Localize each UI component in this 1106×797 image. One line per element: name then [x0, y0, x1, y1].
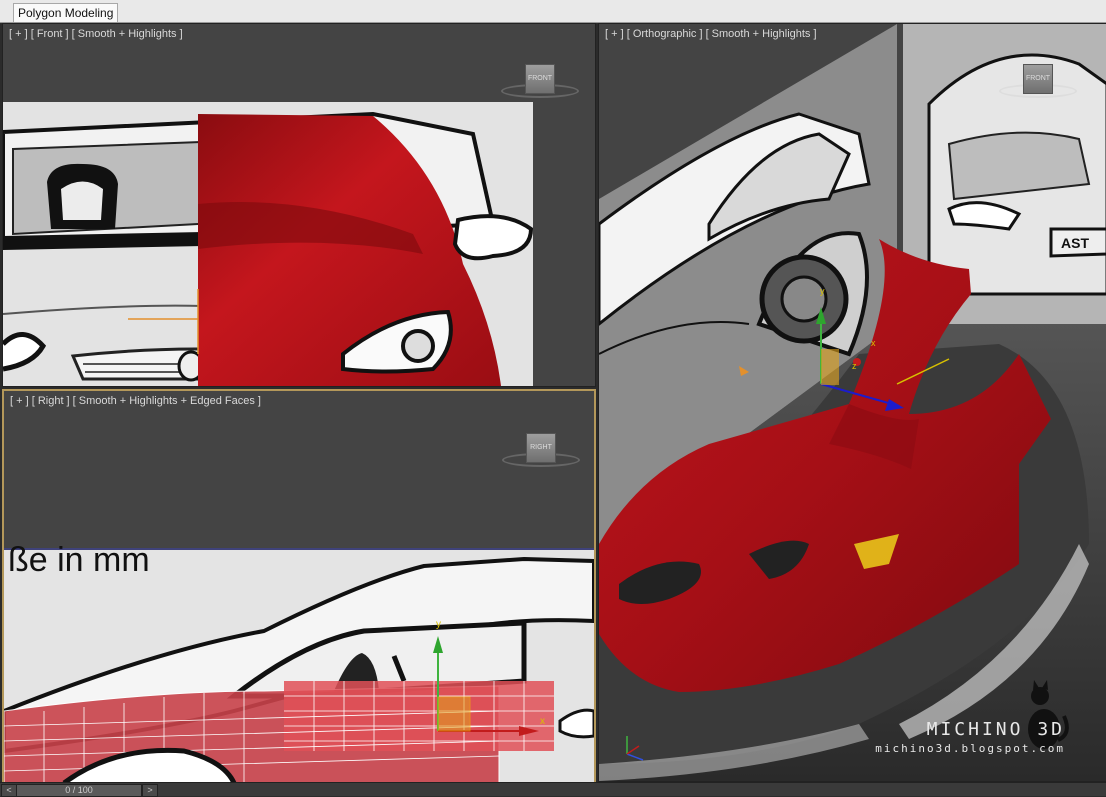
viewcube-face[interactable]: FRONT — [1023, 64, 1053, 94]
viewport-front-label[interactable]: [ + ] [ Front ] [ Smooth + Highlights ] — [9, 28, 183, 40]
ribbon-tab-polygon-modeling[interactable]: Polygon Modeling — [13, 3, 119, 22]
right-view-scene: y x — [4, 548, 594, 783]
ribbon-bar: Polygon Modeling — [0, 0, 1106, 23]
viewcube-face[interactable]: RIGHT — [526, 433, 556, 463]
gizmo-x-label-persp: x — [871, 338, 876, 348]
viewcube-face[interactable]: FRONT — [525, 64, 555, 94]
watermark-title: MICHINO 3D — [926, 719, 1065, 740]
gizmo-x-label: x — [540, 716, 545, 727]
front-view-scene — [3, 102, 534, 386]
viewport-right[interactable]: [ + ] [ Right ] [ Smooth + Highlights + … — [2, 389, 596, 785]
viewport-orthographic[interactable]: [ + ] [ Orthographic ] [ Smooth + Highli… — [598, 23, 1106, 782]
blueprint-caption: ße in mm — [8, 541, 150, 579]
watermark: MICHINO 3D michino3d.blogspot.com — [875, 719, 1065, 755]
license-plate-text: AST — [1061, 235, 1089, 251]
timeline-prev-button[interactable]: < — [1, 784, 17, 797]
timeline-next-button[interactable]: > — [142, 784, 158, 797]
viewport-front[interactable]: [ + ] [ Front ] [ Smooth + Highlights ] … — [2, 23, 596, 387]
gizmo-y-label: y — [436, 619, 441, 630]
gizmo-z-label-persp: z — [852, 361, 857, 371]
timeline-bar: < 0 / 100 > — [0, 782, 1106, 797]
viewport-right-label[interactable]: [ + ] [ Right ] [ Smooth + Highlights + … — [10, 395, 261, 407]
watermark-url: michino3d.blogspot.com — [875, 742, 1065, 755]
viewport-orthographic-label[interactable]: [ + ] [ Orthographic ] [ Smooth + Highli… — [605, 28, 817, 40]
time-slider[interactable]: 0 / 100 — [16, 784, 142, 797]
gizmo-y-label-persp: y — [820, 286, 825, 296]
orthographic-scene: AST y x z — [599, 24, 1106, 781]
